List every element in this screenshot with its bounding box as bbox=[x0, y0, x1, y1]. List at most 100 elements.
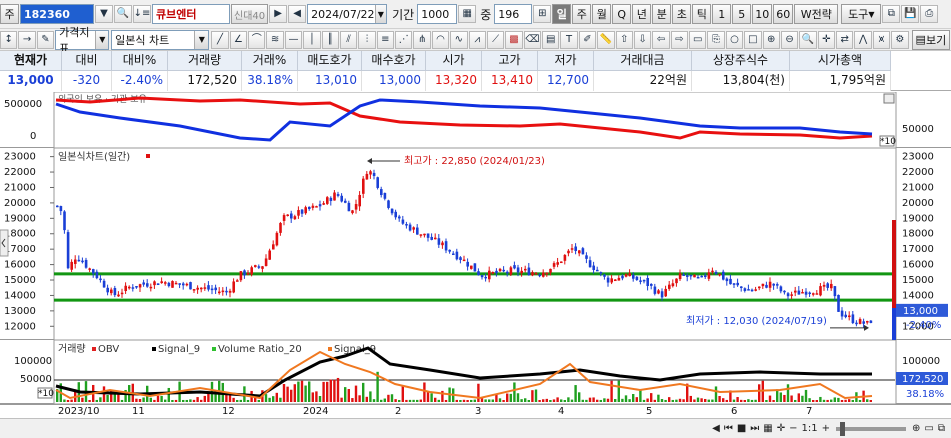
volume-tag: 172,520 bbox=[902, 374, 943, 385]
scroll-first-icon[interactable]: ⏮ bbox=[724, 423, 733, 434]
arrow-up-down-icon[interactable]: ↕ bbox=[0, 30, 18, 49]
period-minute-button[interactable]: 분 bbox=[652, 4, 672, 24]
plus-icon[interactable]: + bbox=[822, 423, 830, 434]
tools-button[interactable]: 도구 ▼ bbox=[841, 4, 882, 24]
compare-icon[interactable]: ⇄ bbox=[836, 30, 854, 49]
holdings-panel[interactable]: 500000 0 50000 *10 외국인 보유 · 기관 보유 bbox=[0, 91, 951, 149]
period-month-button[interactable]: 월 bbox=[592, 4, 612, 24]
arrow-down-icon[interactable]: ⇩ bbox=[633, 30, 652, 49]
regression-icon[interactable]: ⟋ bbox=[486, 30, 505, 49]
crosshair-icon[interactable]: ✛ bbox=[817, 30, 836, 49]
zoom-slider[interactable] bbox=[836, 421, 907, 436]
grid-toggle-icon[interactable]: ▦ bbox=[763, 423, 772, 434]
ruler-icon[interactable]: 📏 bbox=[597, 30, 615, 49]
volume-bar bbox=[160, 395, 163, 402]
pitchfork-icon[interactable]: ⋔ bbox=[413, 30, 431, 49]
indicator-select[interactable]: 가격지표 ▼ bbox=[55, 26, 110, 55]
table-icon[interactable]: ▤ bbox=[542, 30, 560, 49]
code-dropdown-icon[interactable]: ▼ bbox=[95, 5, 113, 23]
brush-icon[interactable]: ✐ bbox=[578, 30, 597, 49]
interval-10-button[interactable]: 10 bbox=[752, 4, 773, 24]
settings-icon[interactable]: ⚙ bbox=[891, 30, 909, 49]
fan-icon[interactable]: ≋ bbox=[266, 30, 284, 49]
gann-icon[interactable]: ⋰ bbox=[395, 30, 413, 49]
expand-icon[interactable]: ⊞ bbox=[533, 5, 552, 23]
window-icon[interactable]: ▭ bbox=[924, 423, 933, 434]
arc-icon[interactable]: ⌒ bbox=[248, 30, 266, 49]
left-scroll-handle[interactable] bbox=[0, 229, 9, 257]
circle-icon[interactable]: ○ bbox=[725, 30, 744, 49]
chart-type-select[interactable]: 일본식 차트 ▼ bbox=[111, 29, 210, 50]
count-input[interactable]: 196 bbox=[494, 4, 533, 24]
edit-icon[interactable]: ✎ bbox=[36, 30, 55, 49]
period-second-button[interactable]: 초 bbox=[672, 4, 692, 24]
arrow-right-icon[interactable]: → bbox=[18, 30, 36, 49]
search-icon[interactable]: 🔍 bbox=[114, 5, 132, 23]
interval-5-button[interactable]: 5 bbox=[732, 4, 752, 24]
cursor-icon[interactable]: ✛ bbox=[777, 423, 785, 434]
sort-icon[interactable]: ↓≡ bbox=[133, 5, 151, 23]
zoom-in-icon[interactable]: ⊕ bbox=[762, 30, 780, 49]
copy-icon[interactable]: ⧉ bbox=[882, 5, 901, 23]
volume-panel[interactable]: 1000005000010000050000*10172,52038.18%거래… bbox=[0, 339, 951, 405]
volume-chart[interactable]: 1000005000010000050000*10172,52038.18%거래… bbox=[0, 339, 951, 405]
price-chart[interactable]: 23000 23000 22000 22000 21000 21000 20000 20000… bbox=[0, 147, 951, 341]
vertical-line-icon[interactable]: │ bbox=[303, 30, 321, 49]
cycle-icon[interactable]: ◠ bbox=[431, 30, 450, 49]
holdings-chart[interactable]: 500000050000*10외국인 보유 · 기관 보유 bbox=[0, 91, 951, 149]
parallel-icon[interactable]: ⫶ bbox=[358, 30, 376, 49]
magnifier-icon[interactable]: 🔍 bbox=[799, 30, 817, 49]
market-prefix-button[interactable]: 주 bbox=[0, 4, 19, 24]
stop-icon[interactable]: ■ bbox=[737, 423, 746, 434]
scroll-left-icon[interactable]: ◀ bbox=[712, 423, 720, 434]
period-input[interactable]: 1000 bbox=[417, 4, 458, 24]
price-panel[interactable]: 23000 23000 22000 22000 21000 21000 20000 20000… bbox=[0, 147, 951, 341]
fibonacci-icon[interactable]: ≡ bbox=[376, 30, 395, 49]
stock-code-input[interactable]: 182360 bbox=[20, 4, 94, 24]
pattern-icon[interactable]: ⋀ bbox=[854, 30, 872, 49]
save-icon[interactable]: 💾 bbox=[901, 5, 920, 23]
period-year-button[interactable]: 년 bbox=[632, 4, 652, 24]
signal-icon[interactable]: ⩙ bbox=[872, 30, 891, 49]
wave-icon[interactable]: ∿ bbox=[450, 30, 468, 49]
candle-body bbox=[477, 271, 480, 276]
play-icon[interactable]: ▶ bbox=[269, 5, 288, 23]
quote-value-cell: 13,000 bbox=[0, 71, 62, 91]
arrow-up-icon[interactable]: ⇧ bbox=[615, 30, 633, 49]
arrow-right-shape-icon[interactable]: ⇨ bbox=[670, 30, 689, 49]
candle-body bbox=[351, 210, 354, 214]
scroll-last-icon[interactable]: ⏭ bbox=[750, 423, 759, 434]
text-icon[interactable]: T bbox=[560, 30, 578, 49]
channel-icon[interactable]: ⫽ bbox=[339, 30, 358, 49]
color-icon[interactable]: ▩ bbox=[505, 30, 523, 49]
restore-icon[interactable]: ⧉ bbox=[938, 423, 945, 434]
zigzag-icon[interactable]: ⩘ bbox=[468, 30, 486, 49]
zoom-out-icon[interactable]: ⊖ bbox=[780, 30, 799, 49]
period-quarter-button[interactable]: Q bbox=[612, 4, 632, 24]
zoom-slider-thumb[interactable] bbox=[840, 421, 846, 436]
square-icon[interactable]: □ bbox=[744, 30, 762, 49]
angle-icon[interactable]: ∠ bbox=[229, 30, 248, 49]
collapse-button[interactable] bbox=[883, 93, 895, 104]
interval-1-button[interactable]: 1 bbox=[712, 4, 732, 24]
period-week-button[interactable]: 주 bbox=[572, 4, 592, 24]
volume-bar bbox=[156, 395, 160, 402]
view-button[interactable]: ▤ 보기 bbox=[911, 29, 951, 50]
eraser-icon[interactable]: ⌫ bbox=[523, 30, 542, 49]
minus-icon[interactable]: − bbox=[789, 423, 797, 434]
interval-60-button[interactable]: 60 bbox=[773, 4, 794, 24]
trendline-icon[interactable]: ╱ bbox=[211, 30, 229, 49]
period-day-button[interactable]: 일 bbox=[552, 4, 572, 24]
note-icon[interactable]: ▭ bbox=[689, 30, 707, 49]
stamp-icon[interactable]: ⎘ bbox=[707, 30, 725, 49]
date-select[interactable]: 2024/07/22 ▼ bbox=[307, 4, 388, 24]
period-tick-button[interactable]: 틱 bbox=[692, 4, 712, 24]
print-icon[interactable]: ⎙ bbox=[920, 5, 939, 23]
zoom-in-small-icon[interactable]: ⊕ bbox=[912, 423, 920, 434]
horizontal-line-icon[interactable]: — bbox=[284, 30, 303, 49]
arrow-left-icon[interactable]: ⇦ bbox=[652, 30, 670, 49]
back-icon[interactable]: ◀ bbox=[288, 5, 307, 23]
strategy-button[interactable]: W전략 bbox=[794, 4, 839, 24]
grid-icon[interactable]: ▦ bbox=[458, 5, 477, 23]
multi-line-icon[interactable]: ║ bbox=[321, 30, 339, 49]
